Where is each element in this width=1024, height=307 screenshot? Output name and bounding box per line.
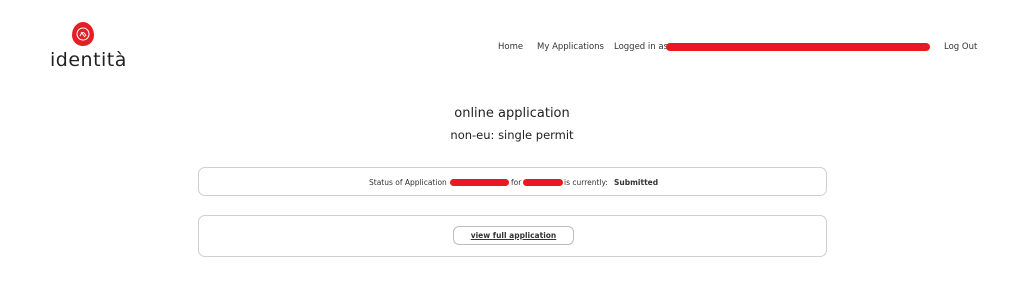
page-subtitle: non-eu: single permit (450, 128, 574, 142)
status-prefix: Status of Application (369, 178, 447, 187)
redacted-application-id (450, 179, 509, 186)
top-nav: Home My Applications Logged in as Log Ou… (496, 42, 977, 56)
identita-logo[interactable]: identità (48, 22, 126, 72)
view-full-application-button[interactable]: view full application (453, 226, 574, 245)
logged-in-label: Logged in as (614, 42, 668, 52)
brand-name: identità (50, 49, 127, 71)
redacted-applicant-name (523, 179, 563, 186)
log-out-link[interactable]: Log Out (944, 42, 977, 52)
nav-home-link[interactable]: Home (498, 42, 523, 52)
status-for: for (511, 178, 522, 187)
redacted-username (666, 43, 930, 51)
status-card: Status of Application for is currently: … (198, 167, 827, 196)
status-value: Submitted (614, 178, 659, 187)
status-currently: is currently: (564, 178, 608, 187)
nav-my-applications-link[interactable]: My Applications (537, 42, 604, 52)
actions-card: view full application (198, 215, 827, 257)
identita-logo-icon (72, 22, 94, 46)
status-line: Status of Application for is currently: … (199, 178, 826, 190)
page-title: online application (454, 106, 570, 121)
